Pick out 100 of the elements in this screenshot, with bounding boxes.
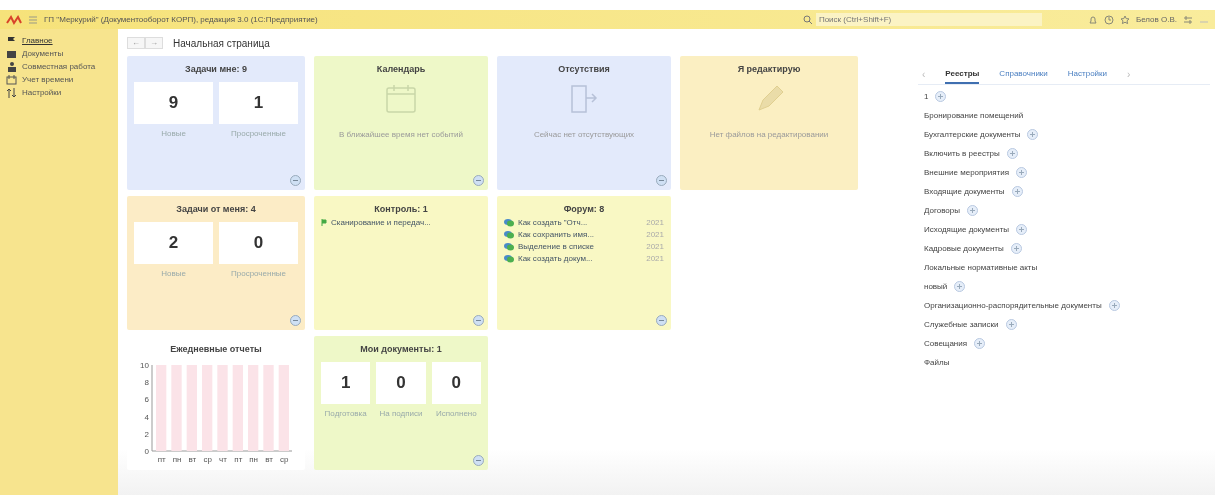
tab[interactable]: Настройки — [1067, 64, 1108, 84]
logo-icon — [6, 14, 22, 25]
plus-icon[interactable] — [1016, 224, 1028, 235]
registry-link[interactable]: 1 — [924, 92, 929, 101]
plus-icon[interactable] — [1108, 300, 1120, 311]
empty-message: Сейчас нет отсутствующих — [533, 130, 635, 139]
x-tick-label: ср — [280, 455, 289, 464]
flag-icon — [321, 219, 327, 226]
topic-date: 2021 — [646, 218, 664, 227]
y-tick-label: 10 — [140, 361, 150, 370]
plus-icon[interactable] — [1027, 129, 1039, 140]
counter-value[interactable]: 0 — [376, 362, 426, 404]
y-tick-label: 4 — [144, 412, 150, 422]
page-title: Начальная страница — [173, 37, 270, 49]
counter-value[interactable]: 1 — [321, 362, 371, 404]
counter-label: Подготовка — [324, 409, 367, 418]
registry-link[interactable]: Бронирование помещений — [924, 111, 1024, 120]
plus-icon[interactable] — [1005, 319, 1017, 330]
registry-link[interactable]: Файлы — [924, 358, 950, 367]
counter-value[interactable]: 2 — [134, 222, 213, 264]
history-icon[interactable] — [1103, 14, 1114, 25]
counter-label: Исполнено — [435, 409, 477, 418]
widget-title[interactable]: Ежедневные отчеты — [170, 344, 262, 354]
plus-icon[interactable] — [954, 281, 966, 292]
plus-icon[interactable] — [1010, 243, 1022, 254]
star-icon[interactable] — [1119, 14, 1130, 25]
registry-link[interactable]: Исходящие документы — [924, 225, 1010, 234]
forum-topic[interactable]: Выделение в списке — [518, 242, 643, 251]
plus-icon[interactable] — [1011, 186, 1023, 197]
counter-label: На подписи — [379, 409, 423, 418]
user-name[interactable]: Белов О.В. — [1135, 15, 1177, 24]
plus-icon[interactable] — [1016, 167, 1028, 178]
sidebar-item[interactable]: Настройки — [22, 88, 62, 97]
search-icon — [802, 14, 813, 25]
more-icon[interactable] — [656, 175, 667, 186]
plus-icon[interactable] — [966, 205, 978, 216]
section-icon — [6, 60, 17, 73]
y-axis: 0 2 4 6 8 10 — [140, 361, 153, 456]
widget-title[interactable]: Контроль: 1 — [374, 204, 428, 214]
plus-icon[interactable] — [935, 91, 947, 102]
widget-title[interactable]: Мои документы: 1 — [360, 344, 442, 354]
tab[interactable]: Реестры — [945, 64, 980, 84]
y-tick-label: 2 — [144, 429, 150, 439]
widget-title[interactable]: Я редактирую — [737, 64, 801, 74]
registry-link[interactable]: новый — [924, 282, 948, 291]
forum-topic[interactable]: Как создать докум... — [518, 254, 643, 263]
registry-link[interactable]: Бухгалтерские документы — [924, 130, 1021, 139]
tab[interactable]: Справочники — [999, 64, 1048, 84]
registry-link[interactable]: Организационно-распорядительные документы — [924, 301, 1102, 310]
window-title: ГП "Меркурий" (Документооборот КОРП), редакция 3.0 (1С:Предприятие) — [44, 15, 319, 24]
widget-title[interactable]: Задачи от меня: 4 — [176, 204, 256, 214]
topic-date: 2021 — [646, 242, 664, 251]
x-tick-label: чт — [219, 455, 227, 464]
y-tick-label: 0 — [144, 447, 150, 456]
registry-link[interactable]: Совещания — [924, 339, 968, 348]
widget-title[interactable]: Отсутствия — [558, 64, 610, 74]
more-icon[interactable] — [473, 315, 484, 326]
more-icon[interactable] — [473, 455, 484, 466]
widget-title[interactable]: Форум: 8 — [563, 204, 605, 214]
registry-link[interactable]: Служебные записки — [924, 320, 999, 329]
more-icon[interactable] — [290, 175, 301, 186]
more-icon[interactable] — [290, 315, 301, 326]
plus-icon[interactable] — [1006, 148, 1018, 159]
section-icon — [6, 86, 17, 99]
empty-message: В ближайшее время нет событий — [339, 130, 463, 139]
sidebar-item[interactable]: Главное — [22, 36, 53, 45]
registry-link[interactable]: Входящие документы — [924, 187, 1005, 196]
search-field[interactable]: Поиск (Ctrl+Shift+F) — [815, 13, 1042, 26]
registry-link[interactable]: Локальные нормативные акты — [924, 263, 1038, 272]
settings-icon[interactable] — [1183, 14, 1193, 25]
registry-link[interactable]: Договоры — [924, 206, 960, 215]
sidebar-item[interactable]: Совместная работа — [22, 62, 96, 71]
menu-icon[interactable] — [28, 14, 38, 25]
more-icon[interactable] — [473, 175, 484, 186]
counter-value[interactable]: 0 — [431, 362, 481, 404]
x-tick-label: пн — [249, 455, 259, 464]
plus-icon[interactable] — [974, 338, 986, 349]
y-tick-label: 6 — [144, 395, 150, 405]
registry-link[interactable]: Включить в реестры — [924, 149, 1000, 158]
counter-value[interactable]: 1 — [219, 82, 298, 124]
widget-title[interactable]: Задачи мне: 9 — [185, 64, 247, 74]
more-icon[interactable] — [656, 315, 667, 326]
x-tick-label: пт — [157, 455, 166, 464]
registry-link[interactable]: Кадровые документы — [924, 244, 1004, 253]
forum-topic[interactable]: Как создать "Отч... — [518, 218, 643, 227]
counter-value[interactable]: 0 — [219, 222, 298, 264]
registry-link[interactable]: Внешние мероприятия — [924, 168, 1010, 177]
y-tick-label: 8 — [144, 378, 150, 388]
sidebar-item[interactable]: Документы — [22, 49, 64, 58]
bell-icon[interactable] — [1087, 14, 1098, 25]
counter-label: Просроченные — [231, 129, 286, 138]
counter-value[interactable]: 9 — [134, 82, 213, 124]
sidebar-item[interactable]: Учет времени — [22, 75, 74, 84]
forum-topic[interactable]: Как сохранить имя... — [518, 230, 643, 239]
topic-date: 2021 — [646, 254, 664, 263]
widget-title[interactable]: Календарь — [376, 64, 426, 74]
counter-label: Новые — [161, 129, 186, 138]
x-tick-label: пт — [234, 455, 243, 464]
calendar-icon — [383, 82, 419, 116]
task-link[interactable]: Сканирование и передач... — [331, 218, 481, 227]
